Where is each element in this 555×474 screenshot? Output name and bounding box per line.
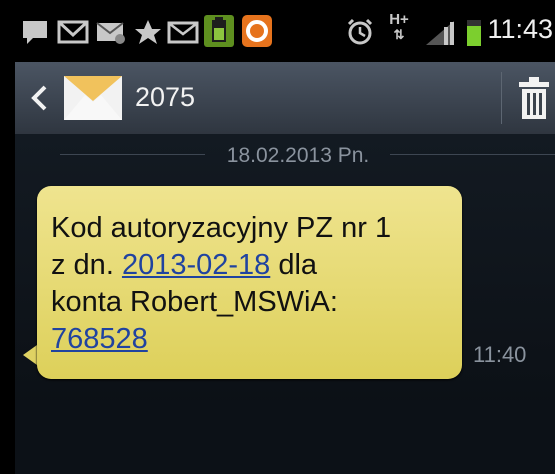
- message-line: konta Robert_MSWiA:: [51, 286, 338, 318]
- network-type-text: H+: [389, 11, 409, 28]
- date-divider-line: [390, 154, 555, 155]
- network-type-label: H+ ⇅: [384, 12, 414, 42]
- phone-screen: H+ ⇅ 11:43 2075 18.02.2013 Pn. Kod autor…: [15, 0, 555, 474]
- message-line: Kod autoryzacyjny PZ nr 1: [51, 212, 392, 244]
- date-divider-line: [60, 154, 205, 155]
- date-separator: 18.02.2013 Pn.: [226, 144, 370, 167]
- orange-app-icon: [242, 15, 272, 47]
- star-icon: [135, 20, 161, 44]
- received-message-bubble[interactable]: Kod autoryzacyjny PZ nr 1 z dn. 2013-02-…: [37, 186, 462, 379]
- message-line: z dn. 2013-02-18 dla: [51, 247, 456, 284]
- date-link[interactable]: 2013-02-18: [122, 249, 270, 281]
- status-bar: H+ ⇅ 11:43: [15, 0, 555, 62]
- bubble-tail: [23, 345, 37, 365]
- battery-saver-icon: [204, 15, 234, 47]
- code-link[interactable]: 768528: [51, 323, 148, 355]
- message-line: 768528: [51, 321, 456, 358]
- status-clock: 11:43: [487, 14, 553, 44]
- back-arrow-icon[interactable]: [29, 84, 49, 112]
- envelope-contact-icon[interactable]: [63, 75, 123, 121]
- trash-icon[interactable]: [517, 76, 551, 120]
- message-text-part: z dn.: [51, 249, 122, 281]
- alarm-icon: [347, 18, 373, 45]
- message-text-part: dla: [270, 249, 318, 281]
- signal-icon: [426, 21, 454, 45]
- gmail-icon: [57, 20, 89, 44]
- email-icon: [167, 21, 199, 44]
- message-timestamp: 11:40: [473, 342, 527, 367]
- conversation-header: 2075: [15, 62, 555, 135]
- thread-bottom-area: [15, 400, 555, 474]
- battery-icon: [467, 20, 481, 46]
- message-thread[interactable]: 18.02.2013 Pn. Kod autoryzacyjny PZ nr 1…: [15, 134, 555, 474]
- message-text: Kod autoryzacyjny PZ nr 1 z dn. 2013-02-…: [51, 210, 456, 358]
- data-arrows-icon: ⇅: [393, 27, 405, 42]
- contact-name[interactable]: 2075: [135, 82, 195, 113]
- message-notification-icon: [96, 22, 125, 44]
- chat-notification-icon: [23, 21, 47, 44]
- header-divider: [501, 72, 502, 124]
